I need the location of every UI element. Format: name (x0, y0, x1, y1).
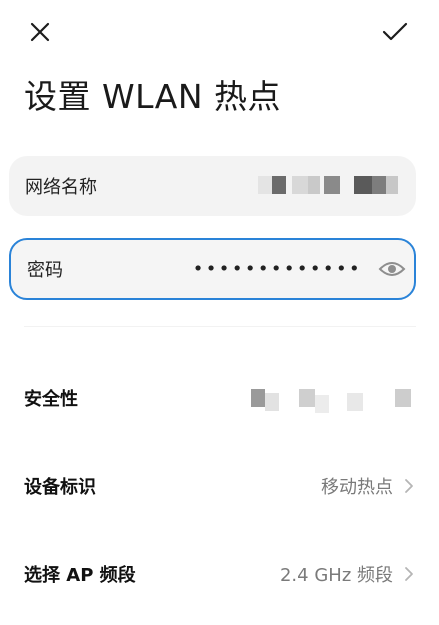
security-label: 安全性 (24, 389, 78, 410)
network-name-field[interactable]: 网络名称 (9, 156, 416, 216)
security-row[interactable]: 安全性 (0, 370, 439, 426)
device-id-row[interactable]: 设备标识 移动热点 (0, 458, 439, 514)
ap-band-row[interactable]: 选择 AP 频段 2.4 GHz 频段 (0, 546, 439, 602)
top-bar (0, 0, 439, 62)
ap-band-value: 2.4 GHz 频段 (279, 565, 393, 586)
password-label: 密码 (27, 260, 63, 281)
close-icon (30, 22, 50, 42)
device-id-label: 设备标识 (24, 477, 96, 498)
divider (24, 326, 416, 327)
ap-band-label: 选择 AP 频段 (24, 565, 136, 586)
close-button[interactable] (20, 12, 60, 52)
password-field[interactable]: 密码 ••••••••••••• (9, 238, 416, 300)
security-value-obscured (237, 387, 417, 413)
page-title: 设置 WLAN 热点 (24, 77, 282, 116)
hotspot-settings-screen: 设置 WLAN 热点 网络名称 密码 ••••••••••••• 安全性 设备标… (0, 0, 439, 625)
confirm-button[interactable] (375, 12, 415, 52)
eye-icon (378, 262, 406, 276)
chevron-right-icon (405, 479, 413, 493)
network-name-label: 网络名称 (25, 177, 97, 198)
device-id-value: 移动热点 (321, 477, 393, 498)
password-value: ••••••••••••• (192, 258, 362, 280)
chevron-right-icon (405, 567, 413, 581)
network-name-value-obscured (258, 176, 408, 196)
toggle-password-visibility-button[interactable] (376, 257, 408, 281)
check-icon (382, 22, 408, 41)
